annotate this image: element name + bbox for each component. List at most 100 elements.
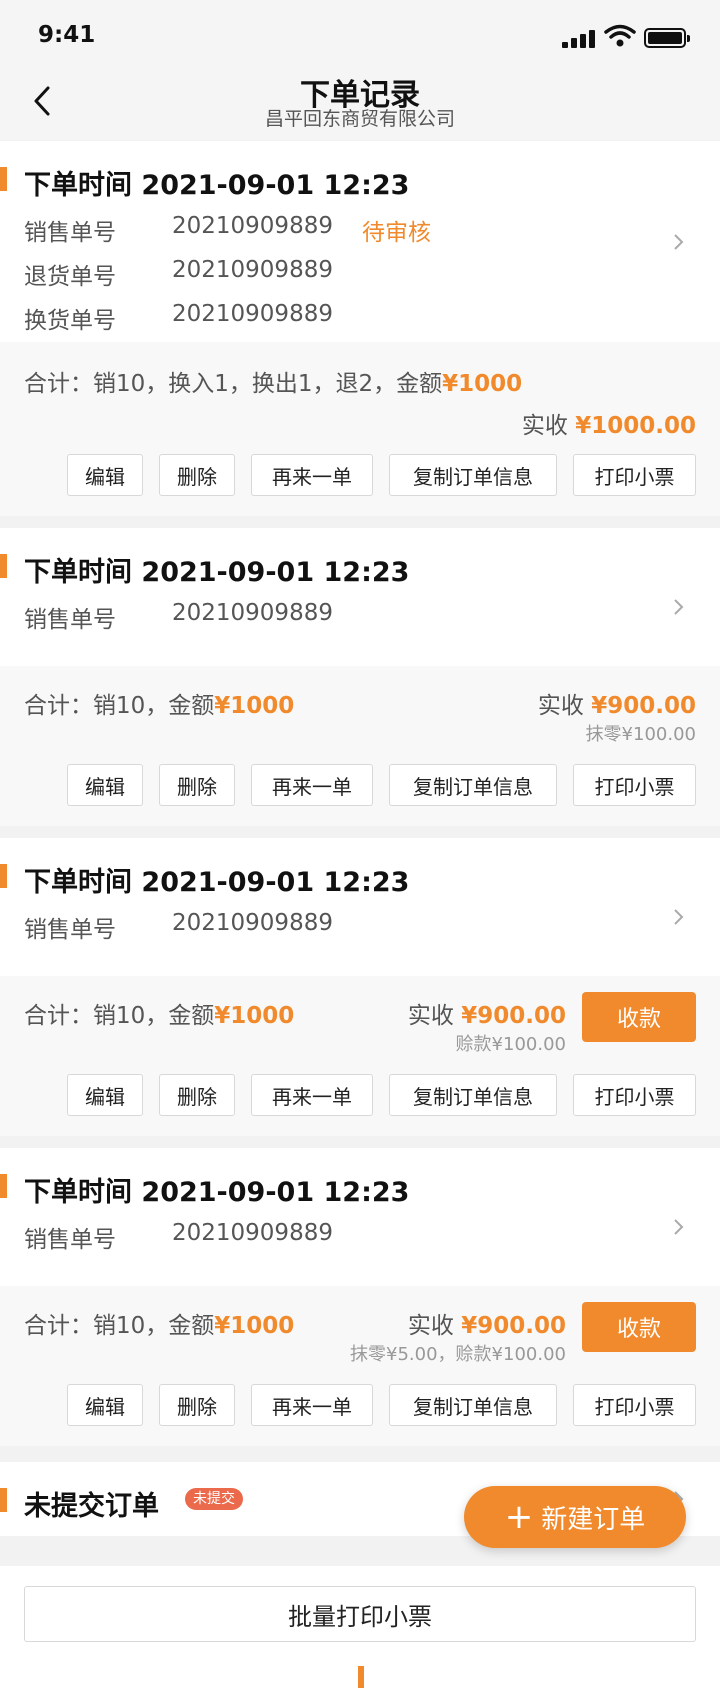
summary-label: 合计：销10，金额 — [24, 1313, 215, 1339]
sale-no-label: 销售单号 — [24, 607, 116, 633]
print-receipt-button[interactable]: 打印小票 — [573, 1074, 696, 1116]
actual-amount: ¥900.00 — [461, 1313, 566, 1339]
sale-no-value: 20210909889 — [172, 1220, 333, 1246]
order-summary: 合计：销10，换入1，换出1，退2，金额¥1000 实收 ¥1000.00 编辑… — [0, 342, 720, 516]
page-subtitle: 昌平回东商贸有限公司 — [264, 108, 455, 130]
rounding-credit-note: 抹零¥5.00，赊款¥100.00 — [350, 1344, 566, 1365]
bottom-bar: 批量打印小票 — [0, 1566, 720, 1688]
nav-bar: 下单记录 昌平回东商贸有限公司 — [0, 70, 720, 140]
order-time-label: 下单时间 — [24, 1177, 132, 1208]
sale-no-row: 销售单号 20210909889 — [24, 1220, 333, 1254]
new-order-button[interactable]: + 新建订单 — [464, 1486, 686, 1548]
wifi-icon — [604, 24, 636, 47]
summary-label: 合计：销10，金额 — [24, 693, 215, 719]
sale-no-value: 20210909889 — [172, 600, 333, 626]
order-card[interactable]: 下单时间 2021-09-01 12:23 销售单号 20210909889 合… — [0, 528, 720, 826]
collect-payment-button[interactable]: 收款 — [582, 992, 696, 1042]
summary-amount: ¥1000 — [214, 693, 295, 719]
return-no-value: 20210909889 — [172, 257, 333, 283]
reorder-button[interactable]: 再来一单 — [251, 764, 373, 806]
card-accent-bar — [0, 554, 7, 578]
draft-orders-title: 未提交订单 — [24, 1491, 159, 1522]
order-time-label: 下单时间 — [24, 867, 132, 898]
plus-icon: + — [504, 1497, 534, 1537]
battery-icon — [644, 28, 690, 48]
actual-label: 实收 — [537, 693, 584, 719]
sale-no-row: 销售单号 20210909889 待审核 — [24, 213, 431, 247]
edit-button[interactable]: 编辑 — [67, 1384, 143, 1426]
edit-button[interactable]: 编辑 — [67, 764, 143, 806]
actual-received: 实收 ¥900.00 — [408, 1306, 566, 1340]
rounding-note: 抹零¥100.00 — [585, 724, 696, 745]
summary-text: 合计：销10，金额¥1000 — [24, 996, 294, 1030]
summary-text: 合计：销10，金额¥1000 — [24, 686, 294, 720]
draft-status-badge: 未提交 — [185, 1488, 243, 1510]
sale-no-row: 销售单号 20210909889 — [24, 910, 333, 944]
edit-button[interactable]: 编辑 — [67, 1074, 143, 1116]
summary-label: 合计：销10，金额 — [24, 1003, 215, 1029]
batch-print-button[interactable]: 批量打印小票 — [24, 1586, 696, 1642]
sale-no-row: 销售单号 20210909889 — [24, 600, 333, 634]
home-indicator — [358, 1666, 364, 1688]
sale-no-value: 20210909889 — [172, 213, 333, 239]
summary-amount: ¥1000 — [214, 1003, 295, 1029]
status-pending: 待审核 — [362, 220, 431, 246]
copy-order-button[interactable]: 复制订单信息 — [389, 764, 557, 806]
order-time-value: 2021-09-01 12:23 — [141, 1177, 410, 1208]
sale-no-label: 销售单号 — [24, 220, 116, 246]
return-no-label: 退货单号 — [24, 264, 116, 290]
card-accent-bar — [0, 1488, 7, 1512]
delete-button[interactable]: 删除 — [159, 1384, 235, 1426]
exchange-no-row: 换货单号 20210909889 — [24, 301, 333, 335]
summary-text: 合计：销10，换入1，换出1，退2，金额¥1000 — [24, 364, 522, 398]
exchange-no-value: 20210909889 — [172, 301, 333, 327]
order-card[interactable]: 下单时间 2021-09-01 12:23 销售单号 20210909889 待… — [0, 141, 720, 516]
actual-received: 实收 ¥900.00 — [538, 686, 696, 720]
reorder-button[interactable]: 再来一单 — [251, 1074, 373, 1116]
delete-button[interactable]: 删除 — [159, 764, 235, 806]
actual-amount: ¥900.00 — [591, 693, 696, 719]
order-time-title: 下单时间 2021-09-01 12:23 — [24, 1170, 409, 1209]
summary-text: 合计：销10，金额¥1000 — [24, 1306, 294, 1340]
chevron-right-icon[interactable] — [672, 231, 686, 253]
exchange-no-label: 换货单号 — [24, 308, 116, 334]
chevron-right-icon[interactable] — [672, 596, 686, 618]
edit-button[interactable]: 编辑 — [67, 454, 143, 496]
actual-label: 实收 — [521, 413, 568, 439]
order-time-value: 2021-09-01 12:23 — [141, 557, 410, 588]
order-card[interactable]: 下单时间 2021-09-01 12:23 销售单号 20210909889 合… — [0, 1148, 720, 1446]
order-time-label: 下单时间 — [24, 557, 132, 588]
order-time-title: 下单时间 2021-09-01 12:23 — [24, 860, 409, 899]
new-order-label: 新建订单 — [541, 1504, 646, 1535]
order-summary: 合计：销10，金额¥1000 实收 ¥900.00 赊款¥100.00 收款 编… — [0, 976, 720, 1136]
sale-no-label: 销售单号 — [24, 917, 116, 943]
card-accent-bar — [0, 864, 7, 888]
order-time-value: 2021-09-01 12:23 — [141, 867, 410, 898]
actual-amount: ¥900.00 — [461, 1003, 566, 1029]
print-receipt-button[interactable]: 打印小票 — [573, 764, 696, 806]
summary-label: 合计：销10，换入1，换出1，退2，金额 — [24, 371, 443, 397]
collect-payment-button[interactable]: 收款 — [582, 1302, 696, 1352]
credit-note: 赊款¥100.00 — [455, 1034, 566, 1055]
order-time-value: 2021-09-01 12:23 — [141, 170, 410, 201]
print-receipt-button[interactable]: 打印小票 — [573, 454, 696, 496]
chevron-right-icon[interactable] — [672, 906, 686, 928]
delete-button[interactable]: 删除 — [159, 1074, 235, 1116]
actual-amount: ¥1000.00 — [575, 413, 696, 439]
actual-received: 实收 ¥1000.00 — [522, 406, 696, 440]
order-card[interactable]: 下单时间 2021-09-01 12:23 销售单号 20210909889 合… — [0, 838, 720, 1136]
order-time-title: 下单时间 2021-09-01 12:23 — [24, 163, 409, 202]
reorder-button[interactable]: 再来一单 — [251, 454, 373, 496]
delete-button[interactable]: 删除 — [159, 454, 235, 496]
card-accent-bar — [0, 1174, 7, 1198]
chevron-right-icon[interactable] — [672, 1216, 686, 1238]
order-time-title: 下单时间 2021-09-01 12:23 — [24, 550, 409, 589]
copy-order-button[interactable]: 复制订单信息 — [389, 1074, 557, 1116]
copy-order-button[interactable]: 复制订单信息 — [389, 1384, 557, 1426]
order-summary: 合计：销10，金额¥1000 实收 ¥900.00 抹零¥100.00 编辑 删… — [0, 666, 720, 826]
summary-amount: ¥1000 — [442, 371, 523, 397]
copy-order-button[interactable]: 复制订单信息 — [389, 454, 557, 496]
reorder-button[interactable]: 再来一单 — [251, 1384, 373, 1426]
order-summary: 合计：销10，金额¥1000 实收 ¥900.00 抹零¥5.00，赊款¥100… — [0, 1286, 720, 1446]
print-receipt-button[interactable]: 打印小票 — [573, 1384, 696, 1426]
